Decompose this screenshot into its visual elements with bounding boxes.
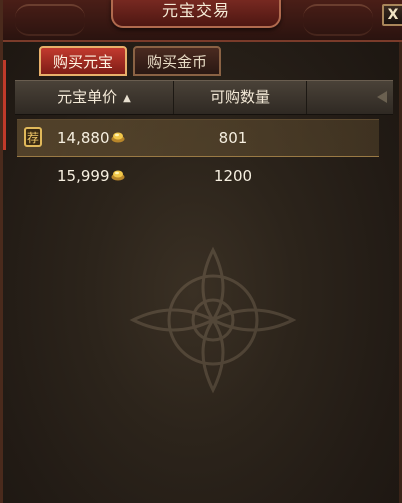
- close-button[interactable]: X: [382, 4, 402, 26]
- row-price: 15,999: [57, 167, 110, 185]
- column-header-price[interactable]: 元宝单价 ▲: [15, 81, 174, 114]
- title-ornament-right: [303, 4, 373, 36]
- yuanbao-coin-icon: [111, 132, 125, 143]
- row-quantity: 801: [218, 129, 248, 147]
- header-ornament-icon: [377, 91, 387, 103]
- row-quantity: 1200: [213, 167, 253, 185]
- tab-buy-gold[interactable]: 购买金币: [133, 46, 221, 76]
- recommended-badge: 荐: [24, 127, 42, 147]
- title-ornament-left: [15, 4, 85, 36]
- tab-buy-yuanbao[interactable]: 购买元宝: [39, 46, 127, 76]
- trade-window: 元宝交易 X 购买元宝 购买金币 元宝单价 ▲ 可购数量 荐 14,880 801…: [0, 0, 402, 503]
- column-header-empty: [307, 81, 393, 114]
- yuanbao-coin-icon: [111, 170, 125, 181]
- table-header: 元宝单价 ▲ 可购数量: [15, 80, 393, 115]
- side-edge-glow: [3, 60, 6, 150]
- table-row[interactable]: 15,999 1200: [17, 158, 379, 194]
- table-row[interactable]: 荐 14,880 801: [17, 119, 379, 157]
- column-header-price-label: 元宝单价: [57, 88, 118, 106]
- row-price: 14,880: [57, 129, 110, 147]
- window-title: 元宝交易: [111, 0, 281, 28]
- background-flower-motif: [129, 246, 297, 394]
- close-icon: X: [387, 7, 399, 23]
- column-header-quantity[interactable]: 可购数量: [174, 81, 307, 114]
- sort-ascending-icon[interactable]: ▲: [123, 82, 131, 115]
